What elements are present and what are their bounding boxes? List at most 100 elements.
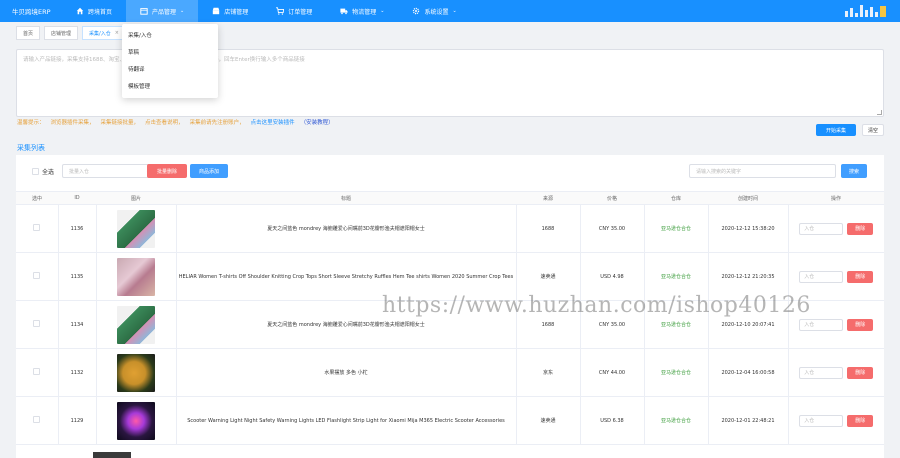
row-source: 1688 bbox=[515, 204, 580, 253]
row-title[interactable]: 夏天之间蓝色 mondrey 海鲍雕爱心间嘴前3D花瓣形渔夫帽遮阳帽女士 bbox=[175, 204, 516, 253]
row-checkbox[interactable] bbox=[33, 272, 41, 279]
row-id: 1135 bbox=[57, 252, 96, 301]
row-created: 2020-12-01 22:48:21 bbox=[707, 396, 788, 445]
menu-item-drafts[interactable]: 草稿 bbox=[122, 45, 218, 62]
warehouse-select[interactable]: 入仓 bbox=[799, 318, 844, 331]
warehouse-select[interactable]: 入仓 bbox=[799, 366, 844, 379]
tips-3: 点击查看说明， bbox=[145, 120, 184, 126]
nav-stores[interactable]: 店铺管理 bbox=[198, 0, 262, 22]
chevron-down-icon: ⌄ bbox=[452, 8, 457, 14]
collect-table: 选中 ID 图片 标题 来源 价格 仓库 创建时间 操作 1136 夏天之间蓝色… bbox=[16, 191, 884, 445]
select-all[interactable]: 全选 bbox=[32, 167, 54, 176]
user-avatar[interactable] bbox=[845, 5, 886, 17]
nav-orders[interactable]: 订单管理 bbox=[262, 0, 326, 22]
delete-button[interactable]: 删除 bbox=[847, 366, 874, 379]
product-image bbox=[117, 401, 155, 440]
clear-button[interactable]: 清空 bbox=[862, 124, 884, 136]
col-warehouse: 仓库 bbox=[644, 191, 708, 205]
close-icon[interactable]: × bbox=[115, 30, 119, 36]
delete-button[interactable]: 删除 bbox=[847, 414, 874, 427]
col-created: 创建时间 bbox=[708, 191, 788, 205]
tips-1: 浏览器插件采集， bbox=[50, 120, 95, 126]
search-button[interactable]: 搜索 bbox=[841, 164, 867, 178]
row-checkbox[interactable] bbox=[33, 368, 41, 375]
table-row[interactable]: 1132 水果摆放 多色 小杧 京东 CNY 44.00 亚马逊仓合仓 2020… bbox=[16, 348, 884, 397]
col-select: 选中 bbox=[16, 191, 58, 205]
col-image: 图片 bbox=[96, 191, 176, 205]
col-source: 来源 bbox=[516, 191, 580, 205]
product-image bbox=[93, 452, 131, 458]
menu-item-templates[interactable]: 模板管理 bbox=[122, 79, 218, 96]
warehouse-select[interactable]: 入仓 bbox=[799, 222, 844, 235]
watermark: https://www.huzhan.com/ishop40126 bbox=[382, 293, 811, 318]
truck-icon bbox=[340, 7, 348, 15]
table-row[interactable]: 1129 Scooter Warning Light Night Safety … bbox=[16, 396, 884, 445]
product-image bbox=[117, 305, 155, 344]
nav-home-label: 跨境首页 bbox=[88, 8, 113, 16]
col-actions: 操作 bbox=[788, 191, 884, 205]
nav-products[interactable]: 产品管理 ⌄ bbox=[126, 0, 199, 22]
table-header: 选中 ID 图片 标题 来源 价格 仓库 创建时间 操作 bbox=[16, 191, 884, 205]
box-icon bbox=[140, 7, 148, 15]
row-checkbox[interactable] bbox=[33, 416, 41, 423]
gear-icon bbox=[412, 7, 420, 15]
brand-logo[interactable]: 牛贝跨境ERP bbox=[0, 6, 62, 16]
select-all-checkbox[interactable] bbox=[32, 168, 39, 175]
row-checkbox[interactable] bbox=[33, 224, 41, 231]
warehouse-select[interactable]: 入仓 bbox=[799, 270, 844, 283]
row-warehouse: 亚马逊仓合仓 bbox=[643, 396, 708, 445]
product-image bbox=[117, 353, 155, 392]
top-navbar: 牛贝跨境ERP 跨境首页 产品管理 ⌄ 店铺管理 订单管理 物流管理 ⌄ 系统设… bbox=[0, 0, 900, 22]
tips-4: 采集前请先注册账户， bbox=[189, 120, 245, 126]
add-product-button[interactable]: 商品添加 bbox=[190, 164, 228, 178]
start-collect-button[interactable]: 开始采集 bbox=[816, 124, 856, 136]
nav-settings-label: 系统设置 bbox=[424, 8, 449, 16]
row-id: 1136 bbox=[57, 204, 96, 253]
tips-bar: 温馨提示： 浏览器插件采集， 采集链接批量， 点击查看说明， 采集前请先注册账户… bbox=[17, 118, 334, 126]
select-all-label: 全选 bbox=[42, 169, 55, 176]
col-title: 标题 bbox=[176, 191, 516, 205]
delete-button[interactable]: 删除 bbox=[847, 270, 874, 283]
warehouse-select[interactable]: 入仓 bbox=[799, 414, 844, 427]
row-price: USD 6.38 bbox=[579, 396, 644, 445]
search-input[interactable]: 请输入搜索的关键字 bbox=[689, 164, 836, 178]
nav-logistics[interactable]: 物流管理 ⌄ bbox=[326, 0, 398, 22]
search-placeholder: 请输入搜索的关键字 bbox=[696, 168, 742, 175]
row-price: CNY 44.00 bbox=[579, 348, 644, 397]
row-title[interactable]: Scooter Warning Light Night Safety Warni… bbox=[175, 396, 516, 445]
tips-2: 采集链接批量， bbox=[100, 120, 140, 126]
tab-collect[interactable]: 采集/入仓 × bbox=[82, 26, 126, 40]
col-id: ID bbox=[58, 191, 96, 205]
nav-home[interactable]: 跨境首页 bbox=[62, 0, 126, 22]
resize-handle-icon[interactable] bbox=[877, 110, 882, 115]
install-plugin-link[interactable]: 点击这里安装插件 bbox=[251, 118, 295, 126]
home-icon bbox=[76, 7, 84, 15]
tab-store-management[interactable]: 店铺管理 bbox=[44, 26, 79, 40]
tips-prefix: 温馨提示： bbox=[17, 120, 45, 126]
menu-item-collect[interactable]: 采集/入仓 bbox=[122, 28, 218, 45]
tab-collect-label: 采集/入仓 bbox=[89, 30, 111, 37]
batch-warehouse-select[interactable]: 批量入仓 ⌄ bbox=[62, 164, 156, 178]
row-price: CNY 35.00 bbox=[579, 204, 644, 253]
menu-item-translate[interactable]: 待翻译 bbox=[122, 62, 218, 79]
chevron-down-icon: ⌄ bbox=[180, 8, 185, 14]
row-title[interactable]: 水果摆放 多色 小杧 bbox=[175, 348, 516, 397]
chevron-down-icon: ⌄ bbox=[380, 8, 385, 14]
col-price: 价格 bbox=[580, 191, 644, 205]
tab-home[interactable]: 首页 bbox=[16, 26, 41, 40]
product-menu-dropdown: 采集/入仓 草稿 待翻译 模板管理 bbox=[122, 24, 218, 98]
row-warehouse: 亚马逊仓合仓 bbox=[643, 348, 708, 397]
nav-settings[interactable]: 系统设置 ⌄ bbox=[398, 0, 470, 22]
delete-button[interactable]: 删除 bbox=[847, 318, 874, 331]
nav-logistics-label: 物流管理 bbox=[352, 8, 377, 16]
table-row[interactable]: 1136 夏天之间蓝色 mondrey 海鲍雕爱心间嘴前3D花瓣形渔夫帽遮阳帽女… bbox=[16, 204, 884, 253]
batch-delete-button[interactable]: 批量删除 bbox=[147, 164, 187, 178]
delete-button[interactable]: 删除 bbox=[847, 222, 874, 235]
page-tabs: 首页 店铺管理 采集/入仓 × bbox=[16, 26, 126, 40]
row-id: 1132 bbox=[57, 348, 96, 397]
row-id: 1129 bbox=[57, 396, 96, 445]
cart-icon bbox=[276, 7, 285, 15]
store-icon bbox=[212, 7, 220, 15]
row-checkbox[interactable] bbox=[33, 320, 41, 327]
install-tutorial-link[interactable]: （安装教程） bbox=[301, 118, 334, 126]
